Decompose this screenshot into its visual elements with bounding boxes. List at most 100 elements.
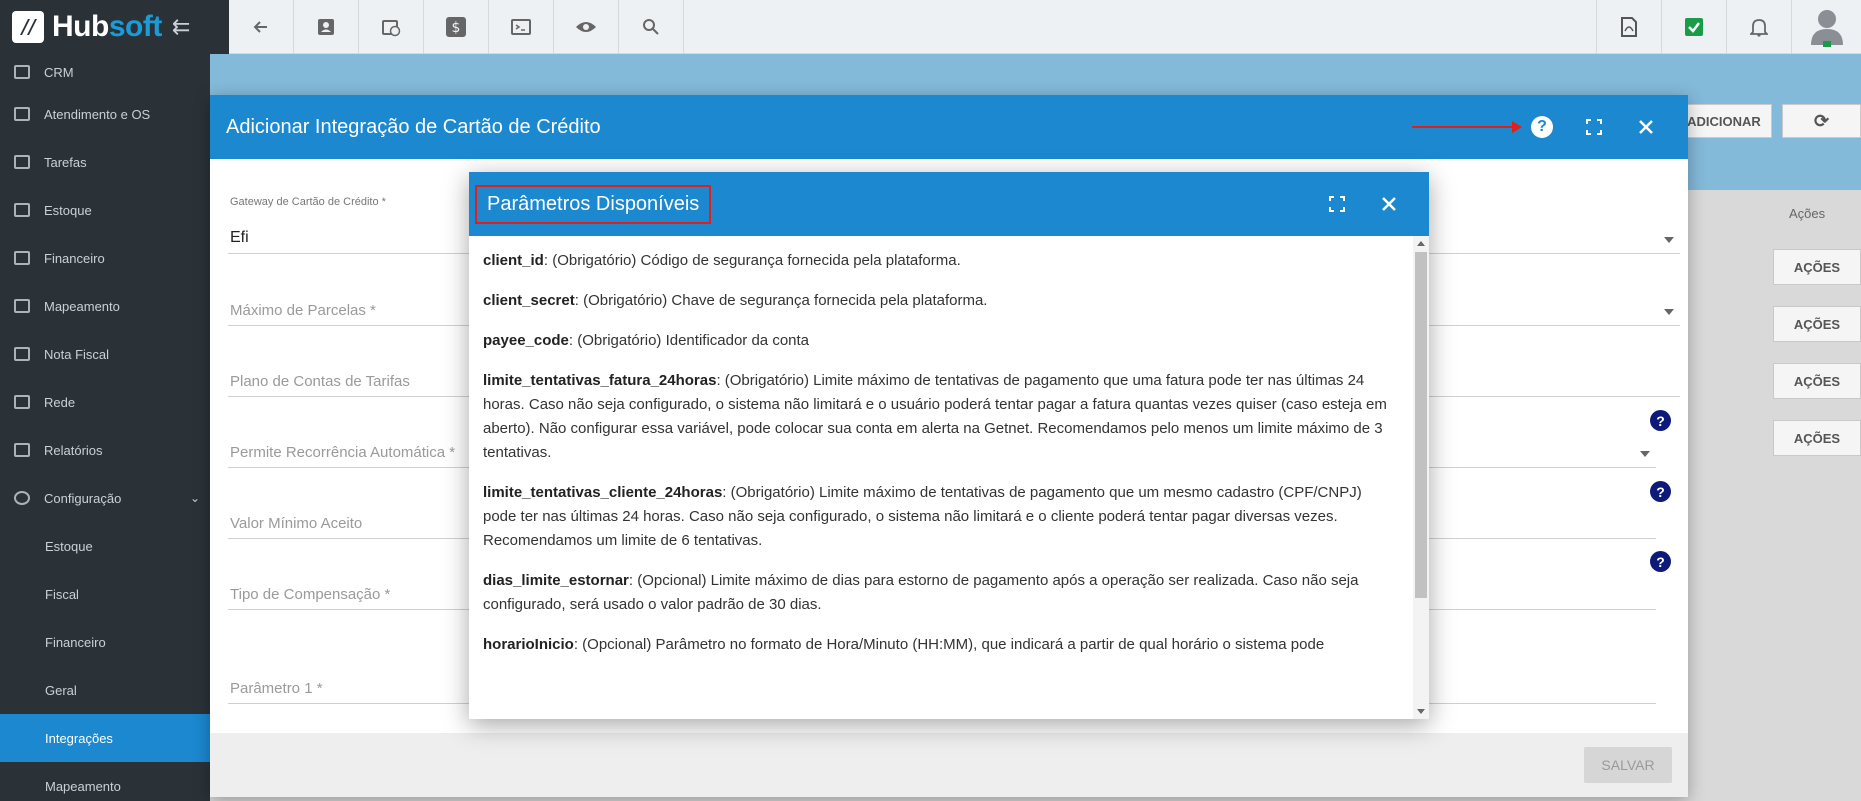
clock-calendar-icon[interactable] (359, 0, 424, 54)
scroll-up-arrow-icon[interactable] (1417, 241, 1425, 246)
acoes-label: AÇÕES (1793, 430, 1841, 446)
save-button[interactable]: SALVAR (1584, 747, 1672, 783)
params-list: client_id: (Obrigatório) Código de segur… (469, 236, 1413, 719)
param-desc: : (Obrigatório) Identificador da conta (568, 332, 810, 349)
acoes-button-4[interactable]: AÇÕES (1773, 420, 1861, 456)
tasks-icon (14, 155, 30, 169)
sidebar-item-crm[interactable]: CRM (0, 54, 210, 90)
sidebar-item-label: Tarefas (44, 154, 87, 170)
parametro1-label: Parâmetro 1 * (230, 680, 323, 697)
scroll-down-arrow-icon[interactable] (1417, 709, 1425, 714)
box-icon (14, 203, 30, 217)
sidebar-subitem-label: Geral (45, 682, 77, 698)
sidebar-subitem-label: Fiscal (45, 586, 79, 602)
pdf-icon[interactable] (1596, 0, 1661, 54)
sidebar-item-financeiro[interactable]: Financeiro (0, 234, 210, 282)
modal-title: Adicionar Integração de Cartão de Crédit… (226, 115, 601, 138)
param-item: limite_tentativas_cliente_24horas: (Obri… (483, 481, 1399, 553)
search-icon[interactable] (619, 0, 684, 54)
valor-minimo-help-icon[interactable]: ? (1650, 481, 1671, 502)
recorrencia-help-icon[interactable]: ? (1650, 410, 1671, 431)
sidebar-subitem-mapeamento[interactable]: Mapeamento (0, 762, 210, 801)
dropdown-caret-icon (1664, 309, 1674, 315)
gateway-value: Efi (230, 229, 249, 246)
sidebar-subitem-label: Integrações (45, 730, 113, 746)
sidebar-item-label: Financeiro (44, 250, 105, 266)
top-right-icons (1596, 0, 1861, 54)
close-button[interactable] (1620, 107, 1672, 147)
param-item: limite_tentativas_fatura_24horas: (Obrig… (483, 369, 1399, 465)
tipo-compensacao-label: Tipo de Compensação * (230, 586, 391, 603)
fullscreen-icon (1329, 196, 1345, 212)
sidebar-item-relatorios[interactable]: Relatórios (0, 426, 210, 474)
sidebar-item-label: Configuração (44, 490, 122, 506)
sidebar-item-nota-fiscal[interactable]: Nota Fiscal (0, 330, 210, 378)
close-icon (1639, 120, 1653, 134)
sidebar-item-configuracao[interactable]: Configuração ⌄ (0, 474, 210, 522)
clock-icon (14, 107, 30, 121)
dollar-icon[interactable]: $ (424, 0, 489, 54)
max-parcelas-label: Máximo de Parcelas * (230, 302, 376, 319)
help-icon: ? (1531, 116, 1553, 138)
param-name: payee_code (483, 332, 569, 349)
dropdown-caret-icon (1640, 451, 1650, 457)
refresh-button[interactable]: ⟳ (1782, 104, 1861, 138)
sidebar-subitem-estoque[interactable]: Estoque (0, 522, 210, 570)
close-icon (1382, 197, 1396, 211)
sidebar-item-tarefas[interactable]: Tarefas (0, 138, 210, 186)
param-name: limite_tentativas_cliente_24horas (483, 484, 723, 501)
acoes-button-3[interactable]: AÇÕES (1773, 363, 1861, 399)
map-pin-icon (14, 299, 30, 313)
terminal-icon[interactable] (489, 0, 554, 54)
param-name: client_secret (483, 292, 575, 309)
bell-icon[interactable] (1726, 0, 1791, 54)
params-fullscreen-button[interactable] (1311, 184, 1363, 224)
sidebar-item-label: Nota Fiscal (44, 346, 110, 362)
params-dialog-actions (1311, 184, 1415, 224)
adicionar-button[interactable]: ADICIONAR (1676, 104, 1772, 138)
sidebar-item-estoque[interactable]: Estoque (0, 186, 210, 234)
params-scrollbar[interactable] (1413, 236, 1429, 719)
user-avatar-icon[interactable] (1791, 0, 1861, 54)
svg-text:$: $ (452, 20, 461, 36)
sidebar-item-label: Rede (44, 394, 76, 410)
param-name: horarioInicio (483, 636, 574, 653)
acoes-button-2[interactable]: AÇÕES (1773, 306, 1861, 342)
fullscreen-button[interactable] (1568, 107, 1620, 147)
check-badge-icon[interactable] (1661, 0, 1726, 54)
invoice-icon (14, 347, 30, 361)
sidebar-item-rede[interactable]: Rede (0, 378, 210, 426)
acoes-label: AÇÕES (1793, 316, 1841, 332)
param-desc: : (Opcional) Parâmetro no formato de Hor… (573, 636, 1325, 653)
sidebar-subitem-integracoes[interactable]: Integrações (0, 714, 210, 762)
eye-icon[interactable] (554, 0, 619, 54)
sidebar-subitem-geral[interactable]: Geral (0, 666, 210, 714)
sidebar-subitem-financeiro[interactable]: Financeiro (0, 618, 210, 666)
sidebar-item-mapeamento[interactable]: Mapeamento (0, 282, 210, 330)
gear-icon (14, 491, 30, 505)
contact-card-icon[interactable] (294, 0, 359, 54)
param-name: client_id (483, 252, 544, 269)
sidebar-item-atendimento[interactable]: Atendimento e OS (0, 90, 210, 138)
param-item: horarioInicio: (Opcional) Parâmetro no f… (483, 633, 1399, 657)
sidebar-item-label: Relatórios (44, 442, 103, 458)
help-button[interactable]: ? (1516, 107, 1568, 147)
gateway-label: Gateway de Cartão de Crédito * (230, 196, 386, 208)
collapse-sidebar-icon[interactable]: ⇇ (172, 14, 190, 40)
network-icon (14, 395, 30, 409)
sidebar: CRM Atendimento e OS Tarefas Estoque Fin… (0, 54, 210, 801)
modal-header-actions: ? (1516, 107, 1672, 147)
sidebar-subitem-label: Mapeamento (45, 778, 121, 794)
back-arrow-icon[interactable] (229, 0, 294, 54)
param-item: client_id: (Obrigatório) Código de segur… (483, 249, 1399, 273)
tipo-compensacao-help-icon[interactable]: ? (1650, 551, 1671, 572)
params-close-button[interactable] (1363, 184, 1415, 224)
acoes-button-1[interactable]: AÇÕES (1773, 249, 1861, 285)
acoes-label: AÇÕES (1793, 259, 1841, 275)
acoes-column-header: Ações (1789, 206, 1826, 221)
sidebar-subitem-fiscal[interactable]: Fiscal (0, 570, 210, 618)
valor-minimo-label: Valor Mínimo Aceito (230, 515, 363, 532)
chevron-down-icon: ⌄ (189, 491, 200, 505)
scroll-thumb[interactable] (1415, 252, 1427, 598)
sidebar-item-label: Mapeamento (44, 298, 120, 314)
